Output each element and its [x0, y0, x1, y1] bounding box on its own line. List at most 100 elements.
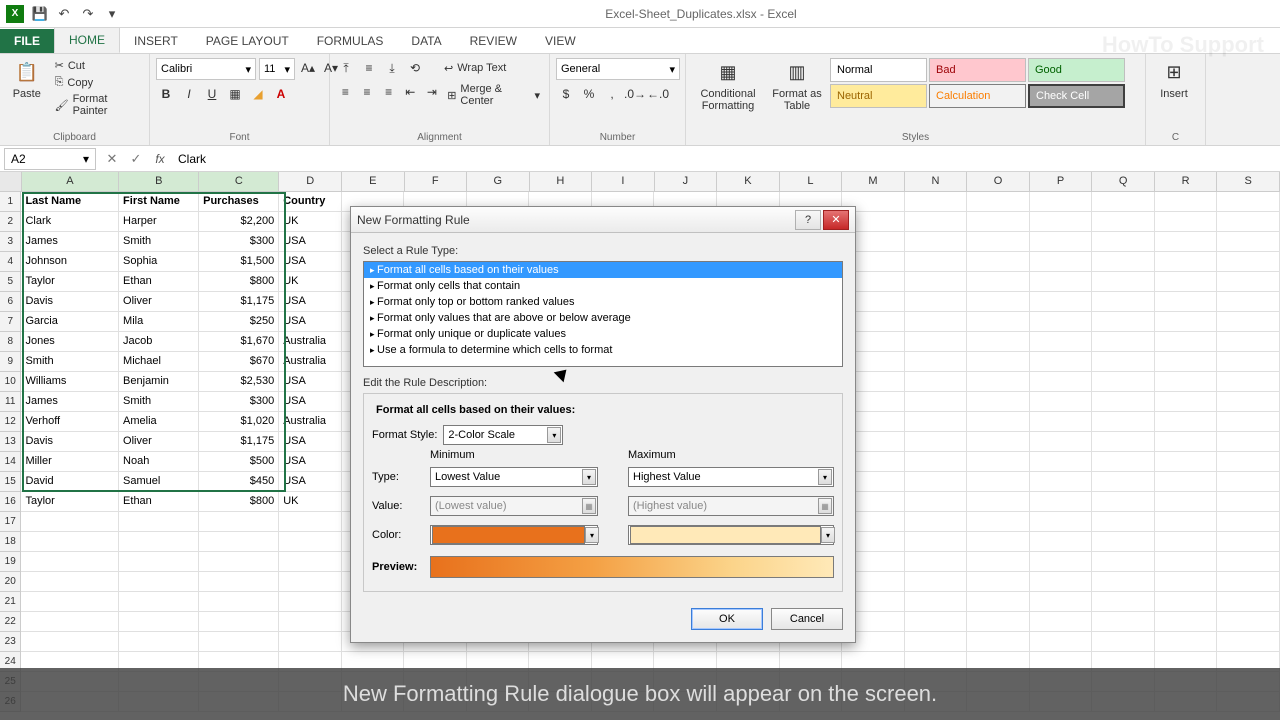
cell[interactable]	[1030, 512, 1093, 532]
cell[interactable]	[279, 632, 342, 652]
cell[interactable]: Australia	[279, 352, 342, 372]
align-top-icon[interactable]: ⤒	[336, 58, 356, 78]
redo-icon[interactable]: ↷	[80, 6, 96, 22]
column-header[interactable]: O	[967, 172, 1030, 191]
cell[interactable]	[1217, 352, 1280, 372]
column-header[interactable]: B	[119, 172, 199, 191]
cell[interactable]	[967, 512, 1030, 532]
cell[interactable]	[1092, 552, 1155, 572]
ok-button[interactable]: OK	[691, 608, 763, 630]
cell[interactable]	[279, 572, 342, 592]
cell[interactable]	[279, 612, 342, 632]
cell[interactable]	[1217, 392, 1280, 412]
cell[interactable]	[905, 612, 968, 632]
cell[interactable]	[1217, 272, 1280, 292]
cell[interactable]	[905, 312, 968, 332]
undo-icon[interactable]: ↶	[56, 6, 72, 22]
increase-decimal-icon[interactable]: .0→	[625, 84, 645, 104]
cell[interactable]: Benjamin	[119, 372, 199, 392]
cell[interactable]: Australia	[279, 412, 342, 432]
cell[interactable]	[1217, 512, 1280, 532]
cell[interactable]: Oliver	[119, 292, 199, 312]
cell[interactable]: USA	[279, 252, 342, 272]
cell[interactable]: USA	[279, 452, 342, 472]
column-header[interactable]: A	[22, 172, 120, 191]
copy-button[interactable]: ⎘Copy	[52, 75, 143, 90]
cell[interactable]: David	[21, 472, 119, 492]
cell[interactable]	[1217, 332, 1280, 352]
name-box[interactable]: A2▾	[4, 148, 96, 170]
cell[interactable]: Last Name	[21, 192, 119, 212]
cell[interactable]: Australia	[279, 332, 342, 352]
cell[interactable]	[1217, 572, 1280, 592]
cell[interactable]	[1092, 412, 1155, 432]
cell[interactable]	[1155, 392, 1218, 412]
cell[interactable]	[967, 392, 1030, 412]
font-name-select[interactable]: Calibri▾	[156, 58, 256, 80]
cell[interactable]: Jacob	[119, 332, 199, 352]
column-header[interactable]: L	[780, 172, 843, 191]
cell[interactable]: $1,175	[199, 292, 279, 312]
cell[interactable]	[1030, 212, 1093, 232]
cell[interactable]	[967, 292, 1030, 312]
cell[interactable]	[1030, 292, 1093, 312]
cell[interactable]	[1155, 212, 1218, 232]
comma-icon[interactable]: ,	[602, 84, 622, 104]
row-header[interactable]: 20	[0, 572, 21, 592]
cell[interactable]: $1,670	[199, 332, 279, 352]
cell[interactable]	[1092, 252, 1155, 272]
cell[interactable]	[1155, 312, 1218, 332]
style-good[interactable]: Good	[1028, 58, 1125, 82]
rule-type-item[interactable]: Format only unique or duplicate values	[364, 326, 842, 342]
help-button[interactable]: ?	[795, 210, 821, 230]
decrease-decimal-icon[interactable]: ←.0	[648, 84, 668, 104]
column-header[interactable]: I	[592, 172, 655, 191]
cell[interactable]	[967, 572, 1030, 592]
cell[interactable]	[967, 492, 1030, 512]
cell[interactable]: Jones	[21, 332, 119, 352]
cell[interactable]	[967, 192, 1030, 212]
cell[interactable]: Taylor	[21, 272, 119, 292]
column-header[interactable]: J	[655, 172, 718, 191]
tab-home[interactable]: HOME	[54, 27, 120, 53]
paste-button[interactable]: 📋 Paste	[6, 58, 48, 100]
range-picker-icon[interactable]: ▦	[582, 498, 596, 514]
cell[interactable]	[967, 272, 1030, 292]
cell[interactable]	[1092, 332, 1155, 352]
cell[interactable]	[967, 612, 1030, 632]
style-calculation[interactable]: Calculation	[929, 84, 1026, 108]
cell[interactable]	[905, 552, 968, 572]
cell[interactable]	[967, 552, 1030, 572]
cell[interactable]	[21, 532, 119, 552]
tab-file[interactable]: FILE	[0, 29, 54, 53]
column-header[interactable]: Q	[1092, 172, 1155, 191]
cell[interactable]	[1030, 492, 1093, 512]
cell[interactable]: Davis	[21, 292, 119, 312]
rule-type-item[interactable]: Format only values that are above or bel…	[364, 310, 842, 326]
dialog-titlebar[interactable]: New Formatting Rule ? ✕	[351, 207, 855, 233]
cell[interactable]	[1092, 192, 1155, 212]
border-button[interactable]: ▦	[225, 84, 245, 104]
tab-insert[interactable]: INSERT	[120, 29, 192, 53]
decrease-indent-icon[interactable]: ⇤	[401, 82, 420, 102]
cell[interactable]	[905, 572, 968, 592]
cell[interactable]: UK	[279, 212, 342, 232]
row-header[interactable]: 16	[0, 492, 21, 512]
orientation-icon[interactable]: ⟲	[405, 58, 425, 78]
max-value-input[interactable]: (Highest value)▦	[628, 496, 834, 516]
column-header[interactable]: S	[1217, 172, 1280, 191]
cell[interactable]	[967, 532, 1030, 552]
format-painter-button[interactable]: 🖌Format Painter	[52, 92, 143, 118]
cell[interactable]	[1155, 272, 1218, 292]
cell[interactable]	[1030, 612, 1093, 632]
rule-type-item[interactable]: Format only cells that contain	[364, 278, 842, 294]
qat-dropdown-icon[interactable]: ▾	[104, 6, 120, 22]
cell[interactable]: Noah	[119, 452, 199, 472]
cell[interactable]	[1030, 592, 1093, 612]
cell[interactable]: Amelia	[119, 412, 199, 432]
cell[interactable]	[1030, 632, 1093, 652]
cell[interactable]	[967, 452, 1030, 472]
cell[interactable]	[905, 472, 968, 492]
align-middle-icon[interactable]: ≡	[359, 58, 379, 78]
cell[interactable]	[905, 492, 968, 512]
